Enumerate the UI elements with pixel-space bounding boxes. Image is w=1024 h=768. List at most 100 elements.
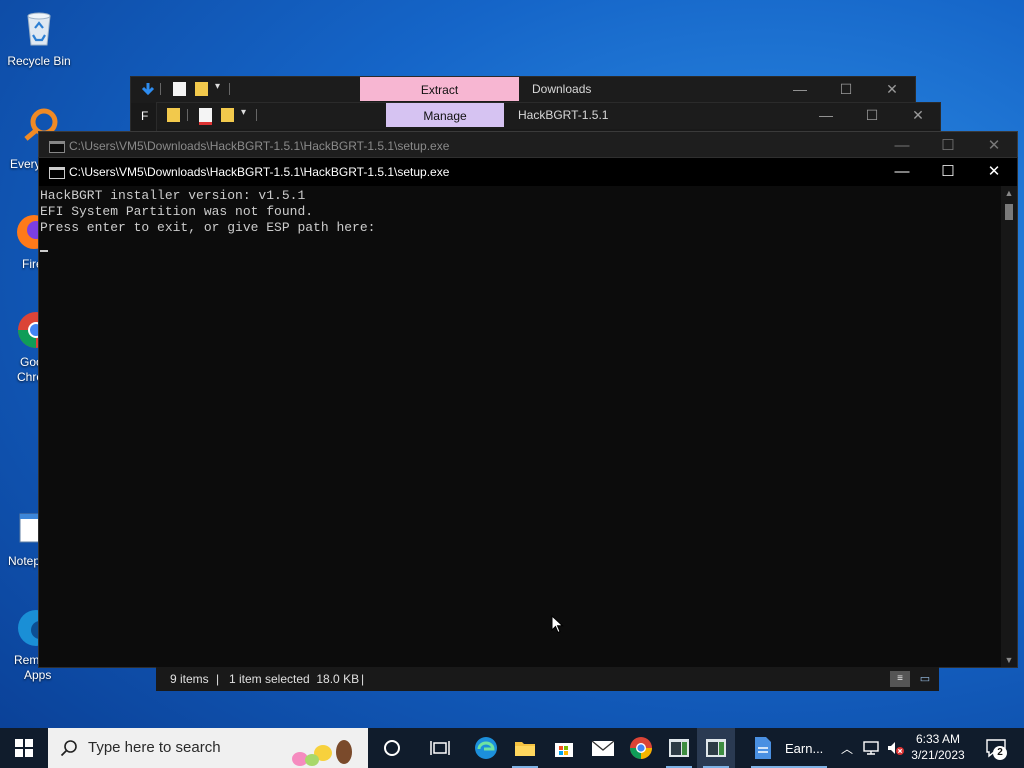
- store-button[interactable]: [545, 728, 583, 768]
- console-title: C:\Users\VM5\Downloads\HackBGRT-1.5.1\Ha…: [69, 165, 450, 179]
- close-button[interactable]: ✕: [971, 132, 1017, 160]
- new-folder-icon[interactable]: [221, 108, 234, 122]
- edge-button[interactable]: [467, 728, 505, 768]
- separator: |: [361, 672, 365, 686]
- separator: |: [216, 672, 220, 686]
- mouse-pointer-icon: [551, 615, 564, 634]
- search-icon: [60, 740, 77, 757]
- separator: [256, 109, 257, 121]
- notepad-label: Notep: [8, 554, 41, 568]
- close-button[interactable]: ✕: [869, 77, 915, 101]
- console-line: EFI System Partition was not found.: [40, 204, 314, 219]
- earn-label: Earn...: [785, 740, 824, 756]
- remote-apps-label-2: Apps: [24, 668, 52, 682]
- chevron-down-icon[interactable]: ▾: [215, 81, 220, 92]
- console-taskbar-button-2[interactable]: [697, 728, 735, 768]
- clock-date: 3/21/2023: [911, 748, 965, 762]
- minimize-button[interactable]: —: [777, 77, 823, 101]
- console-taskbar-button-1[interactable]: [660, 728, 698, 768]
- task-view-icon: [430, 741, 450, 755]
- maximize-button[interactable]: ☐: [849, 103, 895, 127]
- vertical-scrollbar[interactable]: ▲ ▼: [1001, 186, 1017, 667]
- properties-icon[interactable]: [199, 108, 212, 125]
- chevron-up-icon: ︿: [840, 741, 853, 756]
- folder-icon: [515, 742, 535, 756]
- selection-info: 1 item selected 18.0 KB: [229, 672, 360, 686]
- search-box[interactable]: Type here to search: [48, 728, 368, 768]
- network-icon: [863, 741, 879, 755]
- everything-label: Every: [10, 157, 41, 171]
- earn-taskbar-button[interactable]: Earn...: [745, 728, 833, 768]
- tab-manage[interactable]: Manage: [386, 103, 504, 127]
- minimize-button[interactable]: —: [879, 158, 925, 186]
- explorer-statusbar: 9 items | 1 item selected 18.0 KB | ≡ ▭: [156, 667, 939, 691]
- cortana-button[interactable]: [373, 728, 411, 768]
- console-icon: [49, 141, 65, 153]
- window-title: HackBGRT-1.5.1: [518, 108, 609, 122]
- text-cursor: [40, 236, 1001, 252]
- window-title: Downloads: [532, 82, 592, 96]
- start-button[interactable]: [4, 728, 44, 768]
- download-arrow-icon: [141, 83, 155, 96]
- console-line: Press enter to exit, or give ESP path he…: [40, 220, 376, 235]
- separator: [160, 83, 161, 95]
- easter-eggs-icon: [292, 740, 352, 766]
- chrome-button[interactable]: [622, 728, 660, 768]
- console-output[interactable]: HackBGRT installer version: v1.5.1 EFI Sy…: [39, 186, 1001, 667]
- file-explorer-button[interactable]: [506, 728, 544, 768]
- maximize-button[interactable]: ☐: [823, 77, 869, 101]
- terminal-icon: [706, 739, 726, 757]
- console-icon: [49, 167, 65, 179]
- notepad-icon-glyph: [19, 513, 43, 543]
- task-view-button[interactable]: [421, 728, 459, 768]
- console-title: C:\Users\VM5\Downloads\HackBGRT-1.5.1\Ha…: [69, 139, 450, 153]
- network-button[interactable]: [860, 728, 882, 768]
- tiles-view-icon[interactable]: ▭: [917, 671, 933, 687]
- mail-icon: [591, 740, 615, 756]
- chrome-icon: [630, 737, 652, 759]
- item-count: 9 items: [170, 672, 209, 686]
- recycle-bin-icon-glyph: [27, 12, 51, 46]
- separator: [187, 109, 188, 121]
- show-hidden-icons-button[interactable]: ︿: [836, 728, 858, 768]
- minimize-button[interactable]: —: [803, 103, 849, 127]
- search-placeholder: Type here to search: [88, 739, 221, 756]
- maximize-button[interactable]: ☐: [925, 132, 971, 160]
- scrollbar-thumb[interactable]: [1005, 204, 1013, 220]
- tab-extract[interactable]: Extract: [360, 77, 519, 101]
- recycle-bin-label: Recycle Bin: [7, 54, 71, 68]
- explorer-titlebar[interactable]: ▾ Extract Downloads — ☐ ✕: [131, 77, 915, 103]
- volume-muted-icon: [888, 742, 904, 755]
- chevron-down-icon[interactable]: ▾: [241, 107, 246, 118]
- close-button[interactable]: ✕: [895, 103, 941, 127]
- minimize-button[interactable]: —: [879, 132, 925, 160]
- edge-icon: [475, 737, 497, 759]
- recycle-bin-icon[interactable]: Recycle Bin: [1, 8, 77, 69]
- windows-logo-icon: [15, 739, 33, 757]
- volume-button[interactable]: [884, 728, 906, 768]
- scroll-down-icon[interactable]: ▼: [1001, 653, 1017, 667]
- clock-time: 6:33 AM: [915, 732, 961, 746]
- notepad-icon[interactable]: [16, 510, 43, 550]
- mail-button[interactable]: [584, 728, 622, 768]
- details-view-icon[interactable]: ≡: [890, 671, 910, 687]
- console-window[interactable]: C:\Users\VM5\Downloads\HackBGRT-1.5.1\Ha…: [38, 157, 1018, 668]
- properties-icon[interactable]: [173, 82, 186, 96]
- notification-badge: 2: [993, 746, 1007, 760]
- folder-icon[interactable]: [167, 108, 180, 122]
- console-titlebar[interactable]: C:\Users\VM5\Downloads\HackBGRT-1.5.1\Ha…: [39, 158, 1017, 186]
- document-icon: [755, 737, 771, 759]
- notifications-button[interactable]: 2: [978, 728, 1014, 768]
- maximize-button[interactable]: ☐: [925, 158, 971, 186]
- folder-icon[interactable]: [195, 82, 208, 96]
- clock[interactable]: 6:33 AM 3/21/2023: [906, 731, 970, 763]
- scroll-up-icon[interactable]: ▲: [1001, 186, 1017, 200]
- cortana-circle-icon: [384, 740, 400, 756]
- separator: [229, 83, 230, 95]
- store-icon: [555, 743, 573, 757]
- close-button[interactable]: ✕: [971, 158, 1017, 186]
- console-line: HackBGRT installer version: v1.5.1: [40, 188, 306, 203]
- explorer-titlebar[interactable]: ▾ Manage HackBGRT-1.5.1 — ☐ ✕: [157, 103, 940, 129]
- remote-apps-label-1: Rem: [14, 653, 40, 667]
- file-tab-partial[interactable]: F: [141, 109, 148, 123]
